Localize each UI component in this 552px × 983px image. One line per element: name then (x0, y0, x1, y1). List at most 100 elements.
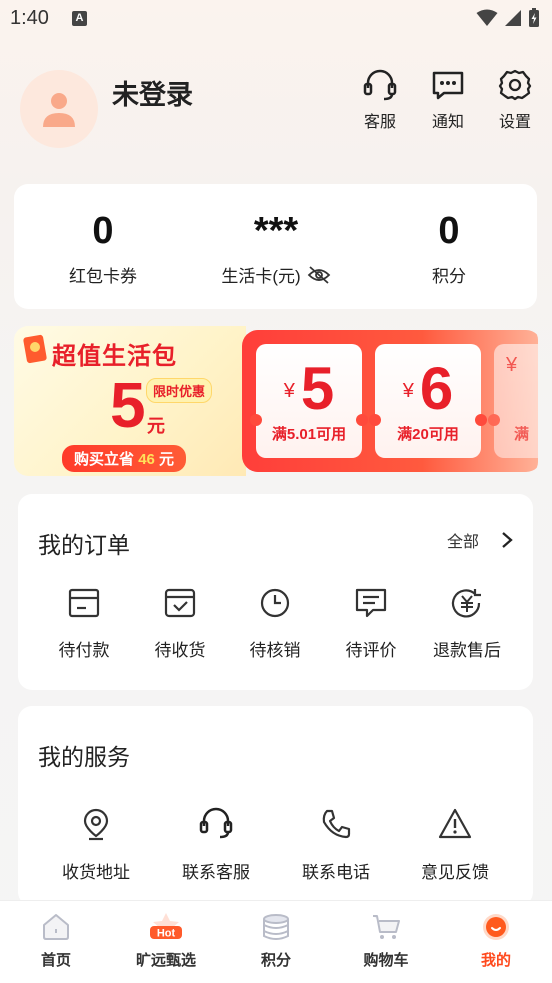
my-orders-card: 我的订单 全部 待付款 待收货 待核销 待评价 退款售后 (18, 494, 533, 690)
tab-selection[interactable]: Hot 旷远甄选 (121, 911, 211, 970)
red-envelope-icon (23, 334, 47, 364)
login-status-label[interactable]: 未登录 (112, 73, 193, 112)
coupon-notch (250, 414, 262, 426)
cart-icon (373, 915, 400, 939)
coins-icon (263, 914, 289, 940)
tab-label: 首页 (40, 952, 71, 969)
customer-service-button[interactable]: 客服 (350, 68, 410, 132)
service-label: 收货地址 (62, 863, 130, 882)
bottom-tab-bar: 首页 Hot 旷远甄选 积分 购物车 我的 (0, 900, 552, 983)
profile-icon (483, 914, 509, 940)
coupon-label: 红包卡券 (69, 267, 137, 286)
points-label: 积分 (432, 267, 466, 286)
comment-icon (355, 588, 387, 618)
savings-suffix: 元 (159, 451, 175, 468)
tab-points[interactable]: 积分 (231, 911, 321, 970)
tab-label: 积分 (260, 952, 291, 969)
battery-icon (529, 8, 539, 27)
wallet-icon (68, 588, 100, 618)
location-icon (83, 808, 109, 841)
notification-button[interactable]: 通知 (418, 68, 478, 132)
headset-icon (199, 807, 233, 839)
order-refund[interactable]: 退款售后 (422, 586, 512, 661)
coupon-notch (369, 414, 381, 426)
coupon-currency: ¥ (506, 354, 518, 376)
refund-icon (451, 589, 481, 618)
clock-icon (260, 588, 290, 618)
limited-offer-badge: 限时优惠 (146, 378, 213, 403)
coupon-condition: 满 (514, 426, 530, 443)
coupon-card[interactable]: ¥5 满5.01可用 (250, 344, 368, 458)
coupon-condition: 满20可用 (397, 426, 459, 443)
promo-banner[interactable]: 超值生活包 5 限时优惠 元 购买立省 46 元 ¥5 满5.01可用 ¥6 满… (14, 326, 538, 476)
order-status-label: 待付款 (58, 641, 110, 660)
coupon-amount: 5 (300, 355, 335, 422)
life-card-label: 生活卡(元) (221, 267, 301, 286)
coupon-currency: ¥ (402, 380, 414, 402)
service-feedback[interactable]: 意见反馈 (415, 806, 495, 883)
life-pack-promo[interactable]: 超值生活包 5 限时优惠 元 购买立省 46 元 (14, 326, 246, 476)
service-label: 联系电话 (302, 863, 370, 882)
hot-icon: Hot (150, 913, 182, 940)
coupon-count: 0 (92, 210, 114, 252)
order-status-label: 待核销 (249, 641, 301, 660)
order-pending-verification[interactable]: 待核销 (235, 586, 315, 661)
phone-icon (322, 809, 351, 839)
headset-icon (363, 69, 397, 101)
gear-icon (498, 69, 532, 101)
service-label: 联系客服 (182, 863, 250, 882)
orders-title: 我的订单 (38, 532, 130, 558)
coupon-currency: ¥ (283, 380, 295, 402)
order-status-label: 退款售后 (433, 641, 501, 660)
order-pending-payment[interactable]: 待付款 (44, 586, 124, 661)
coupon-condition: 满5.01可用 (271, 426, 347, 443)
promo-title: 超值生活包 (52, 343, 177, 370)
tab-label: 我的 (480, 952, 511, 969)
tab-home[interactable]: 首页 (11, 911, 101, 970)
warning-icon (438, 808, 472, 839)
message-icon (432, 71, 464, 100)
chevron-right-icon (502, 532, 513, 548)
profile-header: 未登录 客服 通知 设置 (0, 60, 552, 160)
settings-label: 设置 (498, 114, 531, 131)
savings-prefix: 购买立省 (74, 451, 135, 468)
user-avatar-icon (43, 93, 75, 127)
service-address[interactable]: 收货地址 (56, 806, 136, 883)
life-card-stat[interactable]: *** 生活卡(元) (189, 206, 363, 287)
signal-icon (505, 10, 521, 26)
points-count: 0 (438, 210, 460, 252)
coupon-card[interactable]: ¥6 满20可用 (369, 344, 487, 458)
wifi-icon (476, 9, 498, 26)
order-pending-review[interactable]: 待评价 (331, 586, 411, 661)
settings-button[interactable]: 设置 (485, 68, 545, 132)
order-pending-receipt[interactable]: 待收货 (140, 586, 220, 661)
coupon-notch (475, 414, 487, 426)
hot-badge-text: Hot (157, 928, 176, 940)
tab-cart[interactable]: 购物车 (341, 911, 431, 970)
status-time: 1:40 (10, 7, 49, 29)
eye-off-icon[interactable] (307, 265, 331, 284)
service-phone[interactable]: 联系电话 (296, 806, 376, 883)
my-services-card: 我的服务 收货地址 联系客服 联系电话 意见反馈 (18, 706, 533, 906)
coupon-strip: ¥5 满5.01可用 ¥6 满20可用 ¥ 满 (242, 330, 538, 472)
coupon-notch (356, 414, 368, 426)
all-orders-link[interactable]: 全部 (447, 528, 513, 552)
services-title: 我的服务 (38, 744, 130, 770)
tab-profile[interactable]: 我的 (451, 911, 541, 970)
account-stats-card: 0 红包卡券 *** 生活卡(元) 0 积分 (14, 184, 537, 309)
coupon-stat[interactable]: 0 红包卡券 (16, 206, 190, 287)
points-stat[interactable]: 0 积分 (362, 206, 536, 287)
service-customer-support[interactable]: 联系客服 (176, 806, 256, 883)
coupon-amount: 6 (419, 355, 454, 422)
package-icon (164, 588, 196, 618)
home-icon (43, 914, 69, 940)
notification-label: 通知 (431, 114, 464, 131)
life-card-balance: *** (253, 210, 299, 252)
avatar[interactable] (20, 70, 98, 148)
promo-price: 5 (110, 369, 146, 441)
status-bar: 1:40 A (0, 0, 552, 36)
status-icons (476, 8, 540, 28)
coupon-card-partial[interactable]: ¥ 满 (488, 344, 538, 458)
savings-pill: 购买立省 46 元 (62, 445, 187, 472)
customer-service-label: 客服 (363, 114, 396, 131)
